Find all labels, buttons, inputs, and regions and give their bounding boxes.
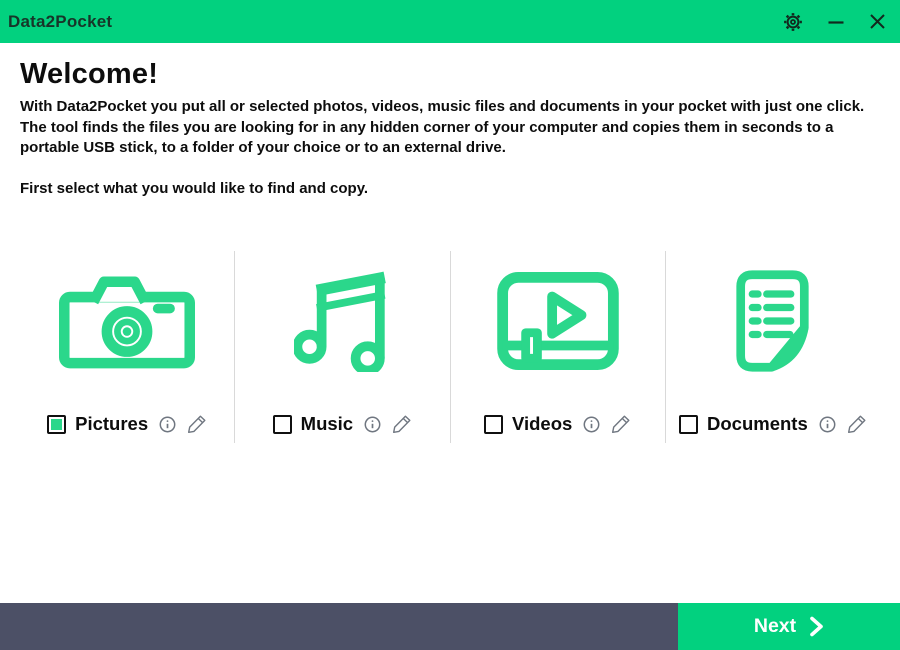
music-label-row: Music <box>273 413 412 435</box>
documents-checkbox[interactable] <box>679 415 698 434</box>
minimize-icon <box>827 13 845 31</box>
minimize-button[interactable] <box>827 13 845 31</box>
pictures-label-row: Pictures <box>47 413 207 435</box>
window-controls <box>783 12 886 32</box>
next-button[interactable]: Next <box>678 603 900 650</box>
videos-label-row: Videos <box>484 413 631 435</box>
document-icon <box>728 251 817 391</box>
category-documents: Documents <box>665 251 880 443</box>
gear-icon <box>783 12 803 32</box>
category-music: Music <box>234 251 449 443</box>
close-button[interactable] <box>869 13 886 30</box>
next-button-label: Next <box>754 615 796 638</box>
pictures-info-icon[interactable] <box>159 416 176 433</box>
footer-bar: Next <box>0 603 900 650</box>
pictures-edit-pencil-icon[interactable] <box>187 414 207 434</box>
intro-description: With Data2Pocket you put all or selected… <box>20 97 880 159</box>
documents-label: Documents <box>707 413 808 435</box>
videos-info-icon[interactable] <box>583 416 600 433</box>
titlebar: Data2Pocket <box>0 0 900 43</box>
pictures-checkbox[interactable] <box>47 415 66 434</box>
documents-label-row: Documents <box>679 413 867 435</box>
music-label: Music <box>301 413 353 435</box>
documents-info-icon[interactable] <box>819 416 836 433</box>
welcome-heading: Welcome! <box>20 59 880 89</box>
videos-label: Videos <box>512 413 572 435</box>
main-content: Welcome! With Data2Pocket you put all or… <box>0 59 900 443</box>
settings-button[interactable] <box>783 12 803 32</box>
category-videos: Videos <box>450 251 665 443</box>
chevron-right-icon <box>809 616 824 637</box>
music-info-icon[interactable] <box>364 416 381 433</box>
music-edit-pencil-icon[interactable] <box>392 414 412 434</box>
category-pictures: Pictures <box>20 251 234 443</box>
music-checkbox[interactable] <box>273 415 292 434</box>
close-icon <box>869 13 886 30</box>
videos-edit-pencil-icon[interactable] <box>611 414 631 434</box>
category-selector: Pictures <box>20 251 880 443</box>
app-title: Data2Pocket <box>8 12 112 32</box>
intro-instruction: First select what you would like to find… <box>20 179 880 200</box>
documents-edit-pencil-icon[interactable] <box>847 414 867 434</box>
video-player-icon <box>497 251 619 391</box>
camera-icon <box>59 251 195 391</box>
pictures-label: Pictures <box>75 413 148 435</box>
music-note-icon <box>294 251 391 391</box>
videos-checkbox[interactable] <box>484 415 503 434</box>
